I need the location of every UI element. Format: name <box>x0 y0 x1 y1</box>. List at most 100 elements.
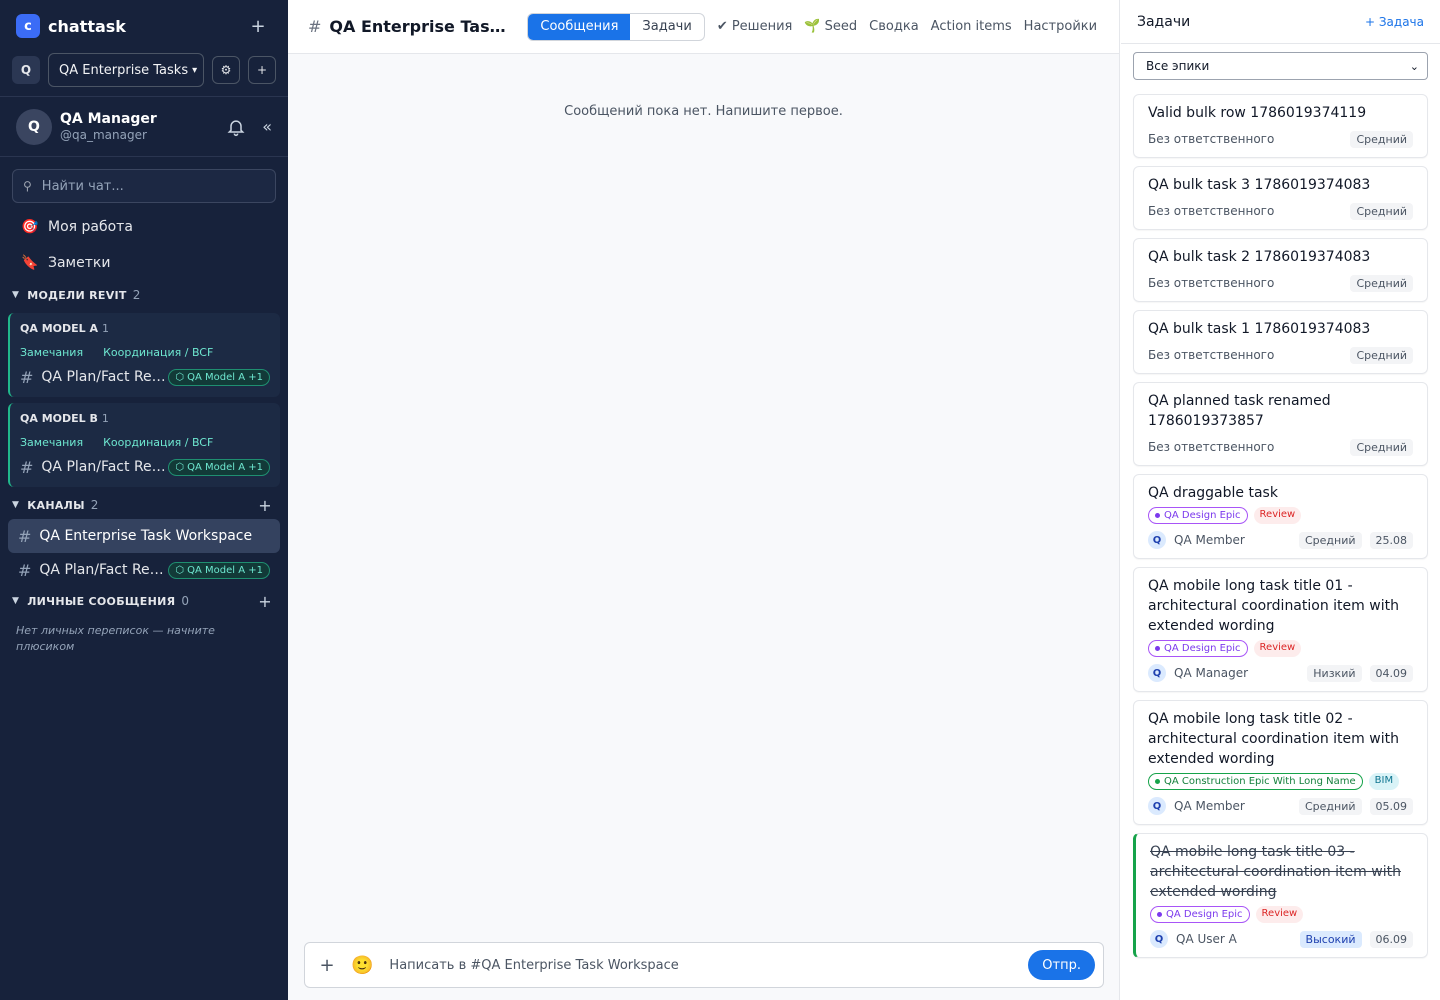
nav-label: Заметки <box>48 255 111 271</box>
task-title: QA bulk task 1 1786019374083 <box>1148 321 1371 337</box>
task-due-date: 25.08 <box>1369 531 1413 549</box>
model-channel[interactable]: # QA Plan/Fact Rep... ⬡ QA Model A +1 <box>20 363 270 391</box>
model-title[interactable]: QA MODEL B 1 <box>20 409 270 427</box>
status-badge: Review <box>1253 507 1302 524</box>
channel-title: QA Enterprise Task W... <box>329 17 515 36</box>
bookmark-icon: 🔖 <box>21 255 39 271</box>
emoji-icon[interactable]: 🙂 <box>351 955 373 976</box>
section-dms[interactable]: ▼ ЛИЧНЫЕ СООБЩЕНИЯ 0 + <box>0 587 288 615</box>
tab-settings[interactable]: Настройки <box>1024 19 1097 34</box>
epic-filter-select[interactable]: Все эпики ⌄ <box>1133 52 1428 80</box>
model-title[interactable]: QA MODEL A 1 <box>20 319 270 337</box>
send-button[interactable]: Отпр. <box>1028 950 1095 980</box>
task-title: QA mobile long task title 01 - architect… <box>1148 578 1399 634</box>
task-title: QA bulk task 2 1786019374083 <box>1148 249 1371 265</box>
tab-summary[interactable]: Сводка <box>869 19 919 34</box>
tab-messages[interactable]: Сообщения <box>528 13 631 40</box>
task-meta: Без ответственного Средний <box>1148 345 1413 365</box>
hash-icon: # <box>18 526 32 546</box>
task-card[interactable]: Valid bulk row 1786019374119 Без ответст… <box>1133 94 1428 158</box>
task-card-done[interactable]: QA mobile long task title 03 - architect… <box>1133 833 1428 958</box>
section-count: 0 <box>181 594 190 608</box>
model-link-bcf[interactable]: Координация / BCF <box>103 346 213 359</box>
tab-seed[interactable]: 🌱 Seed <box>804 19 857 34</box>
section-revit[interactable]: ▼ МОДЕЛИ REVIT 2 <box>0 281 288 309</box>
section-title: МОДЕЛИ REVIT <box>27 288 127 302</box>
collapse-sidebar-icon[interactable]: « <box>262 117 272 136</box>
model-tag-label: QA Model A +1 <box>187 564 263 576</box>
channel-item-active[interactable]: # QA Enterprise Task Workspace <box>8 519 280 553</box>
message-composer: + 🙂 Написать в #QA Enterprise Task Works… <box>304 942 1104 988</box>
bell-icon[interactable] <box>226 117 246 137</box>
task-assignee: QA User A <box>1176 932 1237 946</box>
task-card[interactable]: QA planned task renamed 1786019373857 Бе… <box>1133 382 1428 466</box>
view-switch: Сообщения Задачи <box>527 12 705 41</box>
app-logo: c <box>16 14 40 38</box>
nav-my-work[interactable]: 🎯 Моя работа <box>0 209 288 245</box>
empty-chat-message: Сообщений пока нет. Напишите первое. <box>564 104 843 119</box>
section-channels[interactable]: ▼ КАНАЛЫ 2 + <box>0 491 288 519</box>
task-card[interactable]: QA bulk task 1 1786019374083 Без ответст… <box>1133 310 1428 374</box>
tab-action-items[interactable]: Action items <box>931 19 1012 34</box>
add-task-button[interactable]: + Задача <box>1365 15 1424 29</box>
channel-item[interactable]: # QA Plan/Fact Rep... ⬡ QA Model A +1 <box>8 553 280 587</box>
hash-icon: # <box>20 457 34 477</box>
search-icon: ⚲ <box>23 179 32 193</box>
avatar[interactable]: Q <box>16 108 52 145</box>
search-input[interactable]: ⚲ Найти чат... <box>12 169 276 203</box>
task-priority: Высокий <box>1299 930 1362 948</box>
task-title: QA mobile long task title 03 - architect… <box>1150 844 1401 900</box>
chat-area: # QA Enterprise Task W... Сообщения Зада… <box>288 0 1120 1000</box>
task-card[interactable]: QA mobile long task title 01 - architect… <box>1133 567 1428 692</box>
model-link-issues[interactable]: Замечания <box>20 436 83 449</box>
epic-label: QA Design Epic <box>1164 643 1241 654</box>
attach-icon[interactable]: + <box>317 955 337 976</box>
task-priority: Средний <box>1350 346 1413 364</box>
task-card[interactable]: QA draggable task QA Design Epic Review … <box>1133 474 1428 559</box>
nav-label: Моя работа <box>48 219 133 235</box>
add-dm-icon[interactable]: + <box>258 592 272 611</box>
chevron-down-icon: ▾ <box>192 64 198 76</box>
app-name: chattask <box>48 16 126 36</box>
model-tag: ⬡ QA Model A +1 <box>168 458 270 476</box>
hash-icon: # <box>308 17 322 36</box>
workspace-row: Q QA Enterprise Tasks ▾ ⚙ + <box>0 52 288 88</box>
avatar: Q <box>1148 664 1166 682</box>
model-link-bcf[interactable]: Координация / BCF <box>103 436 213 449</box>
target-icon: 🎯 <box>21 219 39 235</box>
plus-icon[interactable]: + <box>244 12 272 40</box>
task-assignee: Без ответственного <box>1148 276 1275 290</box>
nav-notes[interactable]: 🔖 Заметки <box>0 245 288 281</box>
model-link-issues[interactable]: Замечания <box>20 346 83 359</box>
tasks-panel: Задачи + Задача Все эпики ⌄ Valid bulk r… <box>1121 0 1440 1000</box>
task-assignee: Без ответственного <box>1148 440 1275 454</box>
epic-badge: QA Design Epic <box>1150 906 1250 923</box>
task-card[interactable]: QA bulk task 3 1786019374083 Без ответст… <box>1133 166 1428 230</box>
model-tag-label: QA Model A +1 <box>187 371 263 383</box>
task-meta: Q QA Member Средний 25.08 <box>1148 530 1413 550</box>
section-count: 2 <box>132 288 141 302</box>
add-channel-icon[interactable]: + <box>258 496 272 515</box>
message-input[interactable]: Написать в #QA Enterprise Task Workspace <box>389 958 1028 973</box>
sidebar: c chattask + Q QA Enterprise Tasks ▾ ⚙ + … <box>0 0 288 1000</box>
task-due-date: 06.09 <box>1369 930 1413 948</box>
task-meta: Q QA Member Средний 05.09 <box>1148 796 1413 816</box>
task-meta: Без ответственного Средний <box>1148 129 1413 149</box>
epic-filter-value: Все эпики <box>1146 59 1210 73</box>
model-name: QA MODEL B <box>20 411 98 425</box>
tab-decisions[interactable]: ✔ Решения <box>717 19 793 34</box>
epic-badge: QA Construction Epic With Long Name <box>1148 773 1363 790</box>
model-channel[interactable]: # QA Plan/Fact Rep... ⬡ QA Model A +1 <box>20 453 270 481</box>
task-card[interactable]: QA mobile long task title 02 - architect… <box>1133 700 1428 825</box>
task-tags: QA Design Epic Review <box>1148 507 1413 524</box>
tab-tasks[interactable]: Задачи <box>630 14 703 40</box>
task-card[interactable]: QA bulk task 2 1786019374083 Без ответст… <box>1133 238 1428 302</box>
add-workspace-button[interactable]: + <box>248 56 276 84</box>
epic-badge: QA Design Epic <box>1148 640 1248 657</box>
gear-icon[interactable]: ⚙ <box>212 56 240 84</box>
task-priority: Средний <box>1298 531 1362 549</box>
task-title: Valid bulk row 1786019374119 <box>1148 105 1367 121</box>
workspace-select[interactable]: QA Enterprise Tasks ▾ <box>48 53 204 87</box>
epic-label: QA Construction Epic With Long Name <box>1164 776 1356 787</box>
model-tag: ⬡ QA Model A +1 <box>168 561 270 579</box>
